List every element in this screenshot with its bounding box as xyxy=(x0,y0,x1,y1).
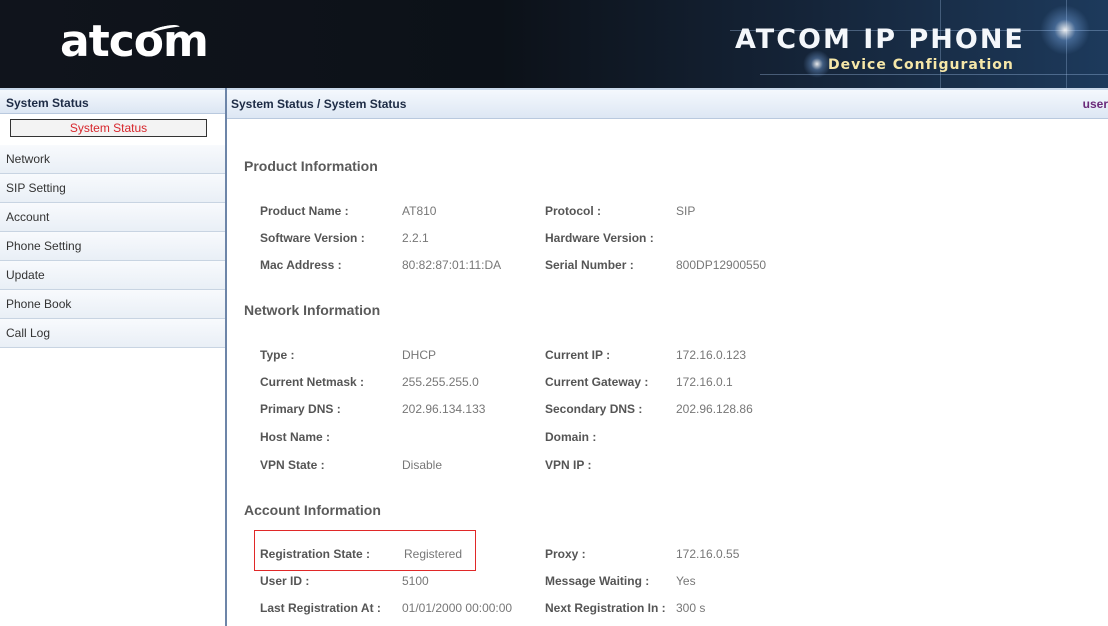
gateway-value: 172.16.0.1 xyxy=(676,375,733,389)
primary-dns-label: Primary DNS : xyxy=(260,402,341,416)
next-registration-value: 300 s xyxy=(676,601,706,615)
brand-title: ATCOM IP PHONE xyxy=(735,24,1025,55)
host-name-label: Host Name : xyxy=(260,430,331,444)
last-registration-value: 01/01/2000 00:00:00 xyxy=(402,601,513,615)
sidebar-heading[interactable]: System Status xyxy=(0,88,225,114)
product-name-value: AT810 xyxy=(402,204,437,218)
sidebar-subitem-container: System Status xyxy=(0,114,225,145)
proxy-label: Proxy : xyxy=(545,547,586,561)
domain-label: Domain : xyxy=(545,430,597,444)
protocol-label: Protocol : xyxy=(545,204,601,218)
atcom-logo: atcom xyxy=(60,16,209,67)
user-id-label: User ID : xyxy=(260,574,310,588)
network-info-title: Network Information xyxy=(244,302,381,318)
software-version-value: 2.2.1 xyxy=(402,231,429,245)
current-ip-value: 172.16.0.123 xyxy=(676,348,747,362)
type-value: DHCP xyxy=(402,348,437,362)
hardware-version-label: Hardware Version : xyxy=(545,231,654,245)
serial-number-value: 800DP12900550 xyxy=(676,258,767,272)
primary-dns-value: 202.96.134.133 xyxy=(402,402,486,416)
secondary-dns-label: Secondary DNS : xyxy=(545,402,643,416)
mac-address-value: 80:82:87:01:11:DA xyxy=(402,258,502,272)
registration-state-value: Registered xyxy=(404,547,463,561)
content-header-bar: System Status / System Status user xyxy=(227,88,1108,119)
sidebar-divider xyxy=(225,88,227,626)
message-waiting-value: Yes xyxy=(676,574,696,588)
vpn-ip-label: VPN IP : xyxy=(545,458,592,472)
user-id-value: 5100 xyxy=(402,574,429,588)
sidebar-item-phone-setting[interactable]: Phone Setting xyxy=(0,232,225,261)
sidebar-subitem-system-status[interactable]: System Status xyxy=(10,119,207,137)
breadcrumb: System Status / System Status xyxy=(231,97,407,111)
product-name-label: Product Name : xyxy=(260,204,349,218)
software-version-label: Software Version : xyxy=(260,231,365,245)
protocol-value: SIP xyxy=(676,204,696,218)
vpn-state-label: VPN State : xyxy=(260,458,325,472)
header-glow xyxy=(1040,5,1090,55)
account-info-title: Account Information xyxy=(244,502,381,518)
message-waiting-label: Message Waiting : xyxy=(545,574,650,588)
page-header: atcom ATCOM IP PHONE Device Configuratio… xyxy=(0,0,1108,88)
registration-state-label: Registration State : xyxy=(260,547,371,561)
gateway-label: Current Gateway : xyxy=(545,375,649,389)
last-registration-label: Last Registration At : xyxy=(260,601,381,615)
sidebar-item-sip-setting[interactable]: SIP Setting xyxy=(0,174,225,203)
serial-number-label: Serial Number : xyxy=(545,258,634,272)
sidebar-item-phone-book[interactable]: Phone Book xyxy=(0,290,225,319)
sidebar-item-network[interactable]: Network xyxy=(0,145,225,174)
sidebar-item-call-log[interactable]: Call Log xyxy=(0,319,225,348)
netmask-label: Current Netmask : xyxy=(260,375,365,389)
sidebar-item-update[interactable]: Update xyxy=(0,261,225,290)
current-ip-label: Current IP : xyxy=(545,348,611,362)
user-label[interactable]: user xyxy=(1083,90,1108,118)
netmask-value: 255.255.255.0 xyxy=(402,375,479,389)
mac-address-label: Mac Address : xyxy=(260,258,342,272)
vpn-state-value: Disable xyxy=(402,458,443,472)
product-info-title: Product Information xyxy=(244,158,378,174)
secondary-dns-value: 202.96.128.86 xyxy=(676,402,753,416)
next-registration-label: Next Registration In : xyxy=(545,601,666,615)
type-label: Type : xyxy=(260,348,295,362)
proxy-value: 172.16.0.55 xyxy=(676,547,740,561)
sidebar: System Status System Status Network SIP … xyxy=(0,88,225,626)
sidebar-item-account[interactable]: Account xyxy=(0,203,225,232)
brand-subtitle: Device Configuration xyxy=(828,57,1014,73)
